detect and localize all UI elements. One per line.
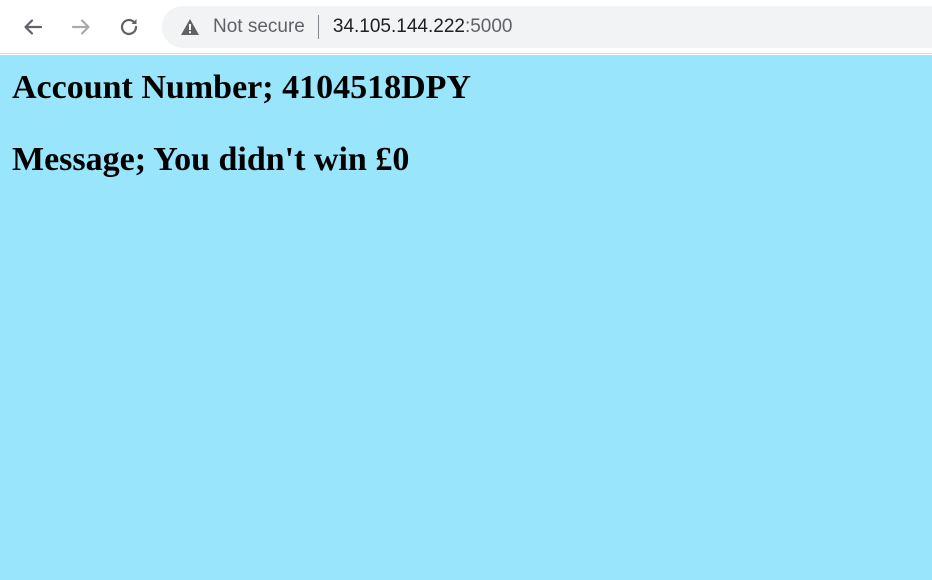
url-host-text: 34.105.144.222 xyxy=(332,16,465,37)
omnibox-divider xyxy=(317,15,319,39)
warning-triangle-icon[interactable] xyxy=(180,17,200,37)
reload-icon xyxy=(120,18,138,36)
browser-toolbar: Not secure 34.105.144.222:5000 xyxy=(0,0,932,54)
message-heading: Message; You didn't win £0 xyxy=(12,141,410,178)
security-status-label[interactable]: Not secure xyxy=(213,16,305,38)
forward-arrow-icon xyxy=(71,19,90,35)
address-bar[interactable]: Not secure 34.105.144.222:5000 xyxy=(162,6,932,48)
url-port-text: :5000 xyxy=(464,16,513,37)
forward-button[interactable] xyxy=(65,11,97,43)
page-body: Account Number; 4104518DPY Message; You … xyxy=(0,55,932,580)
back-arrow-icon xyxy=(24,19,43,35)
account-number-heading: Account Number; 4104518DPY xyxy=(12,69,471,106)
back-button[interactable] xyxy=(17,11,49,43)
reload-button[interactable] xyxy=(113,11,145,43)
